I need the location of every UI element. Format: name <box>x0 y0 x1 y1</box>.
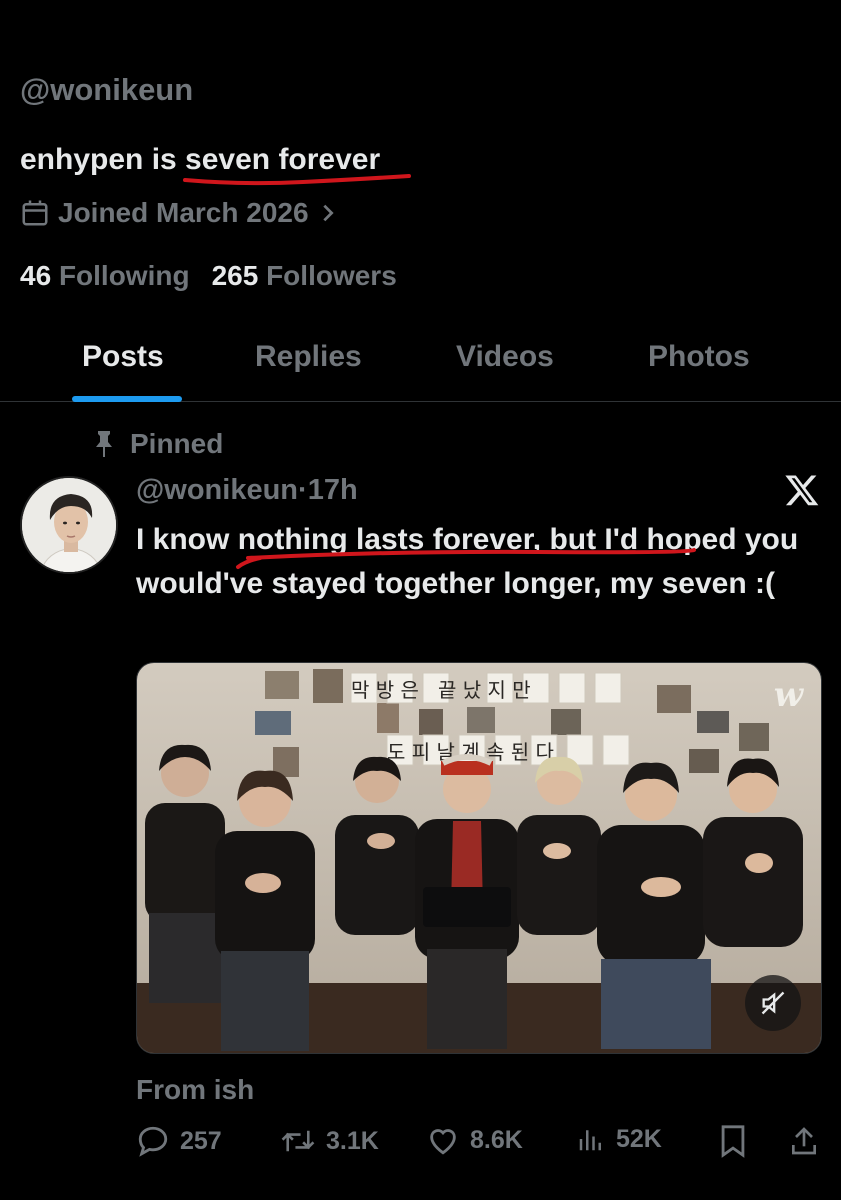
heart-icon <box>430 1129 456 1155</box>
views-chart-icon <box>579 1130 601 1151</box>
red-underline-annotation-2 <box>235 548 696 569</box>
profile-tabs: Posts Replies Videos Photos <box>0 330 841 402</box>
post-video[interactable]: 막 방 은 끝 났 지 만 도 피 날 계 속 된 다 w <box>136 662 822 1054</box>
x-logo-icon <box>785 475 819 506</box>
post-handle[interactable]: @wonikeun <box>136 474 298 506</box>
following-link[interactable]: 46 Following <box>20 260 190 292</box>
post-actions: 257 3.1K 8.6K 52K <box>136 1124 826 1164</box>
bookmark-button[interactable] <box>718 1124 748 1158</box>
reply-icon <box>138 1126 168 1157</box>
share-icon <box>792 1127 816 1155</box>
calendar-icon <box>22 200 48 226</box>
active-tab-indicator <box>72 396 182 402</box>
share-button[interactable] <box>788 1124 820 1158</box>
media-banner-row1: 막 방 은 끝 났 지 만 <box>351 678 531 702</box>
joined-date[interactable]: Joined March 2026 <box>20 197 339 229</box>
speaker-muted-icon <box>761 991 785 1015</box>
post-caption: From ish <box>136 1074 255 1105</box>
red-underline-annotation <box>183 174 412 186</box>
post-text: I know nothing lasts forever, but I'd ho… <box>136 523 799 600</box>
followers-link[interactable]: 265 Followers <box>212 260 397 292</box>
mute-button[interactable] <box>745 975 801 1031</box>
profile-handle: @wonikeun <box>20 72 194 107</box>
profile-stats: 46 Following 265 Followers <box>20 260 397 292</box>
chevron-right-icon <box>322 204 334 222</box>
post-text-highlight: nothing lasts forever, <box>235 523 696 569</box>
pin-icon <box>96 431 112 457</box>
reply-button[interactable]: 257 <box>136 1124 222 1158</box>
tab-photos[interactable]: Photos <box>648 340 750 374</box>
views-button[interactable]: 52K <box>576 1124 662 1154</box>
tab-videos[interactable]: Videos <box>456 340 554 374</box>
bio-text: enhypen is <box>20 143 186 176</box>
pinned-label: Pinned <box>92 428 223 460</box>
repost-button[interactable]: 3.1K <box>280 1124 379 1158</box>
tab-replies[interactable]: Replies <box>255 340 362 374</box>
bookmark-icon <box>721 1125 745 1158</box>
repost-icon <box>281 1130 315 1152</box>
media-banner-row2: 도 피 날 계 속 된 다 <box>387 740 554 764</box>
post-header: @wonikeun·17h <box>136 474 358 506</box>
joined-label: Joined March 2026 <box>58 197 309 228</box>
profile-bio: enhypen is seven forever <box>20 143 412 186</box>
like-button[interactable]: 8.6K <box>426 1124 523 1156</box>
bio-highlight: seven forever <box>183 143 412 186</box>
avatar[interactable] <box>20 476 118 574</box>
post-time[interactable]: 17h <box>308 474 358 506</box>
tab-posts[interactable]: Posts <box>82 340 164 374</box>
weverse-logo: w <box>773 675 803 715</box>
